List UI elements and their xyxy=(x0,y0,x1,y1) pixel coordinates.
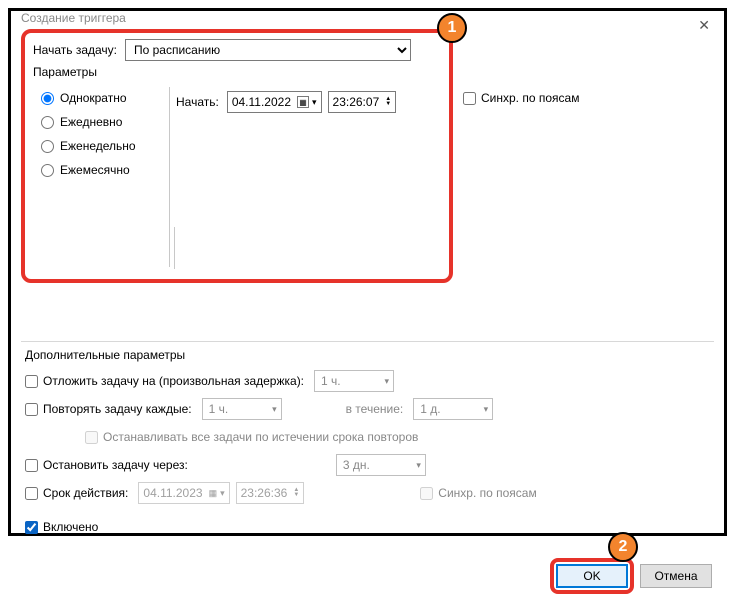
start-time-input[interactable]: 23:26:07 ▲▼ xyxy=(328,91,397,113)
chevron-down-icon: ▾ xyxy=(484,404,489,415)
expire-date-input: 04.11.2023 ▦ ▾ xyxy=(138,482,229,504)
repeat-combo: 1 ч.▾ xyxy=(202,398,282,420)
vertical-divider-ext xyxy=(174,227,175,269)
radio-weekly-label: Еженедельно xyxy=(60,139,136,153)
enabled-checkbox[interactable]: Включено xyxy=(25,520,98,534)
parameters-label: Параметры xyxy=(33,65,441,79)
dialog-footer: 2 OK Отмена xyxy=(11,552,724,604)
duration-combo: 1 д.▾ xyxy=(413,398,493,420)
expire-checkbox[interactable]: Срок действия: xyxy=(25,486,128,500)
calendar-icon: ▦ xyxy=(297,96,309,108)
begin-task-select[interactable]: По расписанию xyxy=(125,39,411,61)
time-spinner: ▲▼ xyxy=(293,488,299,498)
annotation-badge-1: 1 xyxy=(437,13,467,43)
stop-after-combo: 3 дн.▾ xyxy=(336,454,426,476)
delay-checkbox[interactable]: Отложить задачу на (произвольная задержк… xyxy=(25,374,304,388)
chevron-down-icon: ▾ xyxy=(416,460,421,471)
time-spinner[interactable]: ▲▼ xyxy=(385,97,391,107)
advanced-label: Дополнительные параметры xyxy=(25,348,710,362)
titlebar: Создание триггера ✕ xyxy=(11,11,724,25)
radio-weekly[interactable] xyxy=(41,140,54,153)
radio-daily[interactable] xyxy=(41,116,54,129)
highlight-region-1: 1 Начать задачу: По расписанию Параметры… xyxy=(21,29,453,283)
dialog-create-trigger: Создание триггера ✕ 1 Начать задачу: По … xyxy=(8,8,727,536)
radio-once-label: Однократно xyxy=(60,91,127,105)
window-title: Создание триггера xyxy=(21,11,126,25)
radio-monthly[interactable] xyxy=(41,164,54,177)
sync-timezones-checkbox[interactable]: Синхр. по поясам xyxy=(463,91,579,105)
start-date-input[interactable]: 04.11.2022 ▦ ▾ xyxy=(227,91,322,113)
cancel-button[interactable]: Отмена xyxy=(640,564,712,588)
expire-sync-checkbox: Синхр. по поясам xyxy=(420,486,536,500)
chevron-down-icon: ▾ xyxy=(385,376,390,387)
radio-monthly-label: Ежемесячно xyxy=(60,163,130,177)
radio-once[interactable] xyxy=(41,92,54,105)
schedule-radio-group: Однократно Ежедневно Еженедельно Ежемеся… xyxy=(33,83,169,271)
chevron-down-icon: ▾ xyxy=(220,488,225,499)
begin-task-label: Начать задачу: xyxy=(33,43,117,57)
stop-all-checkbox: Останавливать все задачи по истечении ср… xyxy=(85,430,418,444)
chevron-down-icon: ▾ xyxy=(272,404,277,415)
calendar-icon: ▦ xyxy=(209,488,218,499)
radio-daily-label: Ежедневно xyxy=(60,115,122,129)
delay-combo: 1 ч.▾ xyxy=(314,370,394,392)
duration-label: в течение: xyxy=(346,402,404,416)
ok-button[interactable]: OK xyxy=(556,564,628,588)
stop-after-checkbox[interactable]: Остановить задачу через: xyxy=(25,458,188,472)
annotation-badge-2: 2 xyxy=(608,532,638,562)
highlight-region-2: 2 OK xyxy=(550,558,634,594)
expire-time-input: 23:26:36 ▲▼ xyxy=(236,482,305,504)
start-label: Начать: xyxy=(176,95,219,109)
chevron-down-icon: ▾ xyxy=(312,97,317,108)
repeat-checkbox[interactable]: Повторять задачу каждые: xyxy=(25,402,192,416)
advanced-section: Дополнительные параметры Отложить задачу… xyxy=(21,348,714,538)
